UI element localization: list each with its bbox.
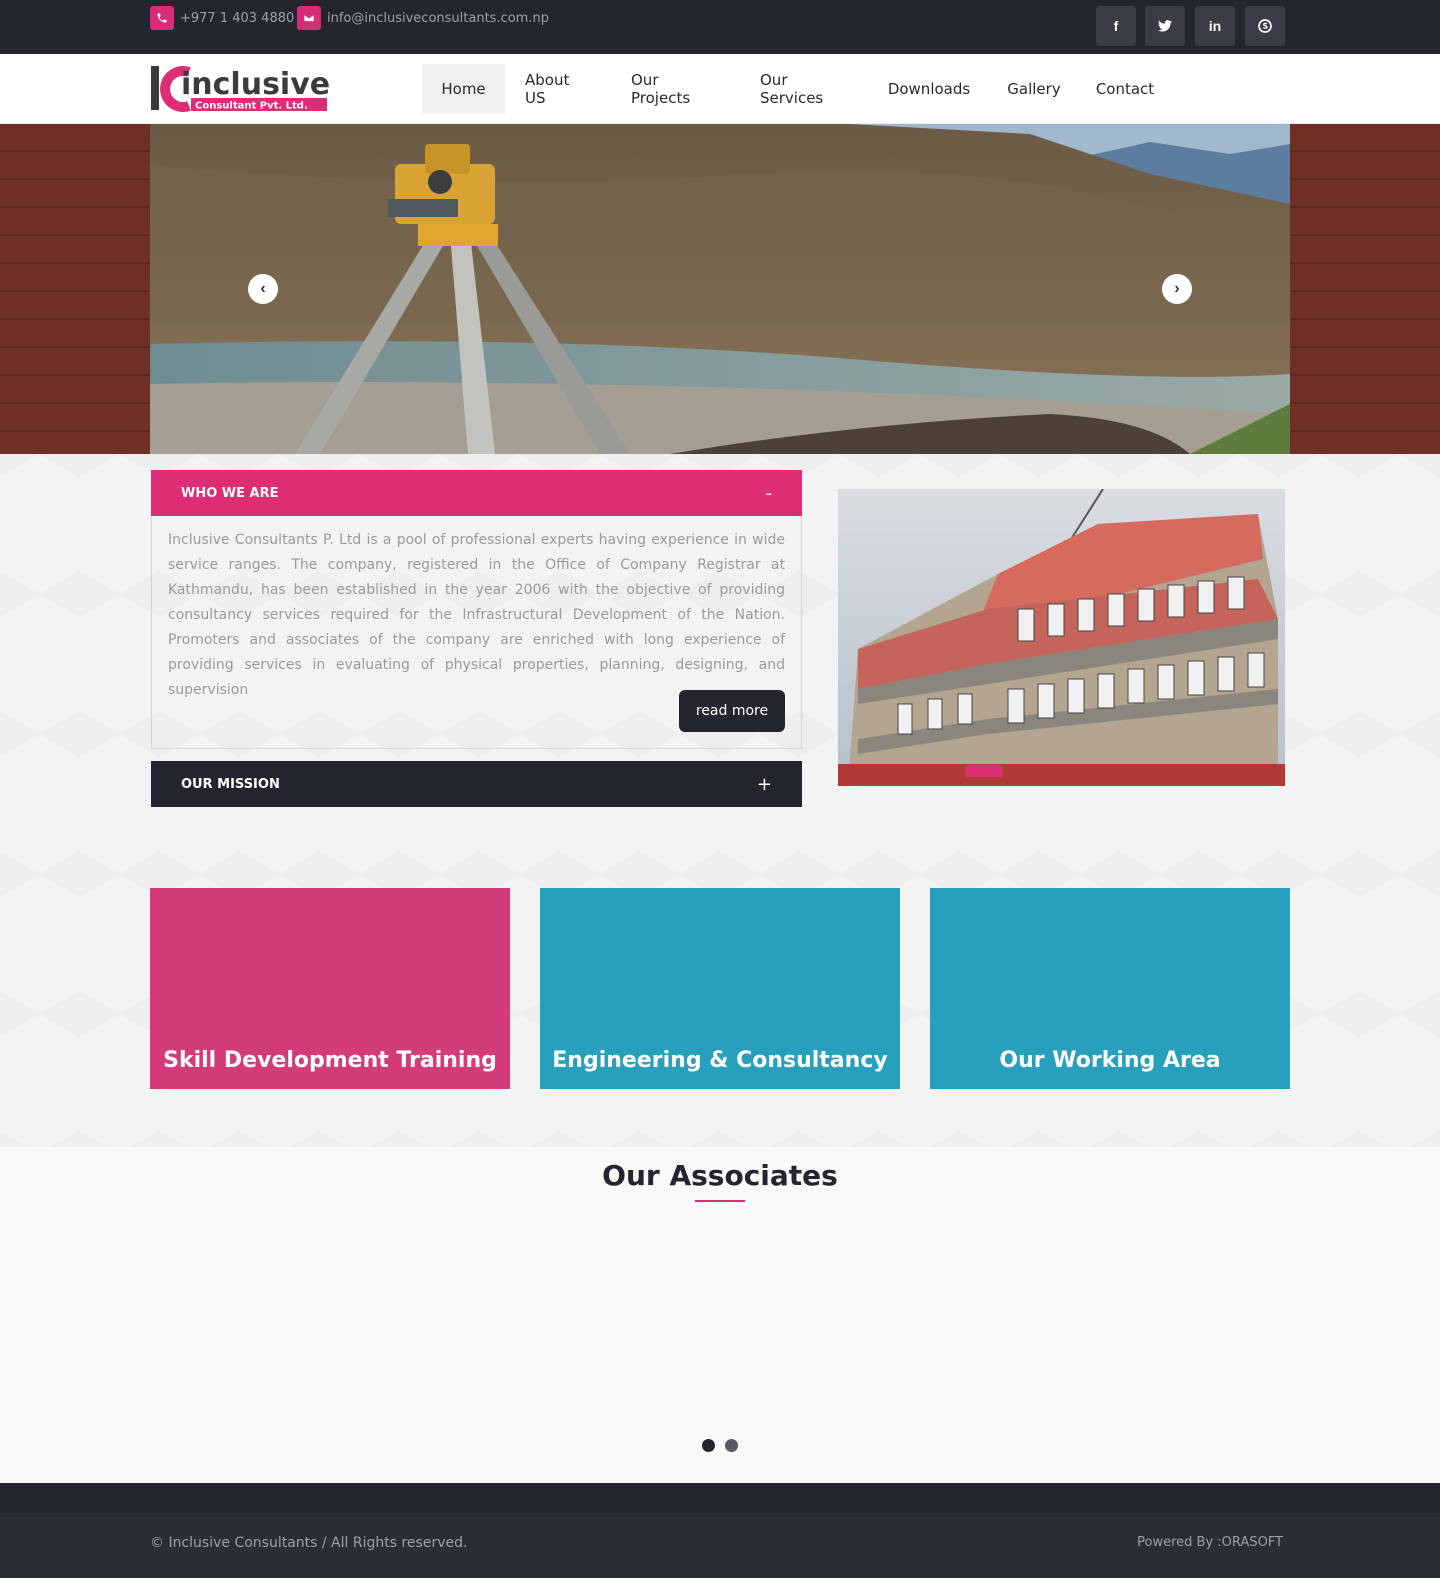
email-address: info@inclusiveconsultants.com.np bbox=[327, 10, 549, 26]
nav-about-us[interactable]: About US bbox=[505, 64, 611, 114]
nav-home[interactable]: Home bbox=[422, 64, 505, 114]
skype-shape bbox=[1258, 19, 1272, 33]
our-mission-title: OUR MISSION bbox=[181, 776, 280, 792]
twitter-bird-shape bbox=[1158, 20, 1172, 32]
who-we-are-title: WHO WE ARE bbox=[181, 485, 279, 501]
skill-development-training-label: Skill Development Training bbox=[163, 1048, 497, 1073]
nav-contact[interactable]: Contact bbox=[1078, 64, 1172, 114]
top-bar: +977 1 403 4880 info@inclusiveconsultant… bbox=[0, 0, 1440, 54]
slider-next-arrow[interactable]: › bbox=[1162, 274, 1192, 304]
nav-downloads[interactable]: Downloads bbox=[868, 64, 990, 114]
slide-image-surveying-instrument: ‹ › bbox=[150, 124, 1290, 454]
who-we-are-text: Inclusive Consultants P. Ltd is a pool o… bbox=[168, 532, 785, 698]
carousel-dot[interactable] bbox=[725, 1439, 738, 1452]
nav-our-projects[interactable]: Our Projects bbox=[611, 64, 740, 114]
company-logo[interactable]: inclusive Consultant Pvt. Ltd. bbox=[151, 64, 331, 114]
logo-tagline: Consultant Pvt. Ltd. bbox=[195, 101, 308, 112]
expand-icon: + bbox=[756, 773, 772, 795]
skill-development-training-card[interactable]: Skill Development Training bbox=[150, 888, 510, 1089]
carousel-dot-active[interactable] bbox=[702, 1439, 715, 1452]
nav-our-services[interactable]: Our Services bbox=[740, 64, 868, 114]
hero-slider: ‹ › bbox=[0, 124, 1440, 454]
associates-section: Our Associates bbox=[0, 1147, 1440, 1483]
who-we-are-panel: Inclusive Consultants P. Ltd is a pool o… bbox=[151, 516, 802, 749]
linkedin-glyph: in bbox=[1208, 18, 1222, 34]
associates-title: Our Associates bbox=[602, 1159, 838, 1192]
nav-gallery[interactable]: Gallery bbox=[990, 64, 1078, 114]
copyright-text: © Inclusive Consultants / All Rights res… bbox=[150, 1535, 468, 1551]
collapse-icon: - bbox=[765, 482, 773, 504]
linkedin-icon[interactable]: in bbox=[1195, 6, 1235, 46]
survey-scene bbox=[150, 124, 1290, 454]
our-mission-header[interactable]: OUR MISSION + bbox=[151, 761, 802, 807]
phone-number: +977 1 403 4880 bbox=[180, 10, 295, 26]
logo-brand-text: inclusive bbox=[181, 67, 330, 102]
footer: © Inclusive Consultants / All Rights res… bbox=[0, 1513, 1440, 1578]
read-more-button[interactable]: read more bbox=[679, 690, 785, 732]
facebook-icon[interactable]: f bbox=[1096, 6, 1136, 46]
chevron-left-icon: ‹ bbox=[260, 280, 266, 297]
who-we-are-header[interactable]: WHO WE ARE - bbox=[151, 470, 802, 516]
main-navbar: inclusive Consultant Pvt. Ltd. Home Abou… bbox=[0, 54, 1440, 124]
twitter-icon[interactable] bbox=[1145, 6, 1185, 46]
chevron-right-icon: › bbox=[1174, 280, 1180, 297]
office-building-image bbox=[838, 489, 1285, 786]
engineering-consultancy-card[interactable]: Engineering & Consultancy bbox=[540, 888, 900, 1089]
footer-top-band bbox=[0, 1483, 1440, 1513]
phone-contact[interactable]: +977 1 403 4880 bbox=[150, 6, 294, 30]
skype-icon[interactable] bbox=[1245, 6, 1285, 46]
logo-mark: inclusive Consultant Pvt. Ltd. bbox=[151, 66, 330, 112]
phone-icon bbox=[150, 6, 174, 30]
our-working-area-card[interactable]: Our Working Area bbox=[930, 888, 1290, 1089]
title-underline bbox=[695, 1200, 745, 1202]
engineering-consultancy-label: Engineering & Consultancy bbox=[552, 1048, 888, 1073]
slider-prev-arrow[interactable]: ‹ bbox=[248, 274, 278, 304]
facebook-glyph: f bbox=[1113, 18, 1119, 34]
our-working-area-label: Our Working Area bbox=[999, 1048, 1221, 1073]
envelope-icon bbox=[297, 6, 321, 30]
building-illustration bbox=[838, 489, 1285, 786]
powered-by-link[interactable]: Powered By :ORASOFT bbox=[1137, 1535, 1283, 1550]
email-contact[interactable]: info@inclusiveconsultants.com.np bbox=[297, 6, 549, 30]
